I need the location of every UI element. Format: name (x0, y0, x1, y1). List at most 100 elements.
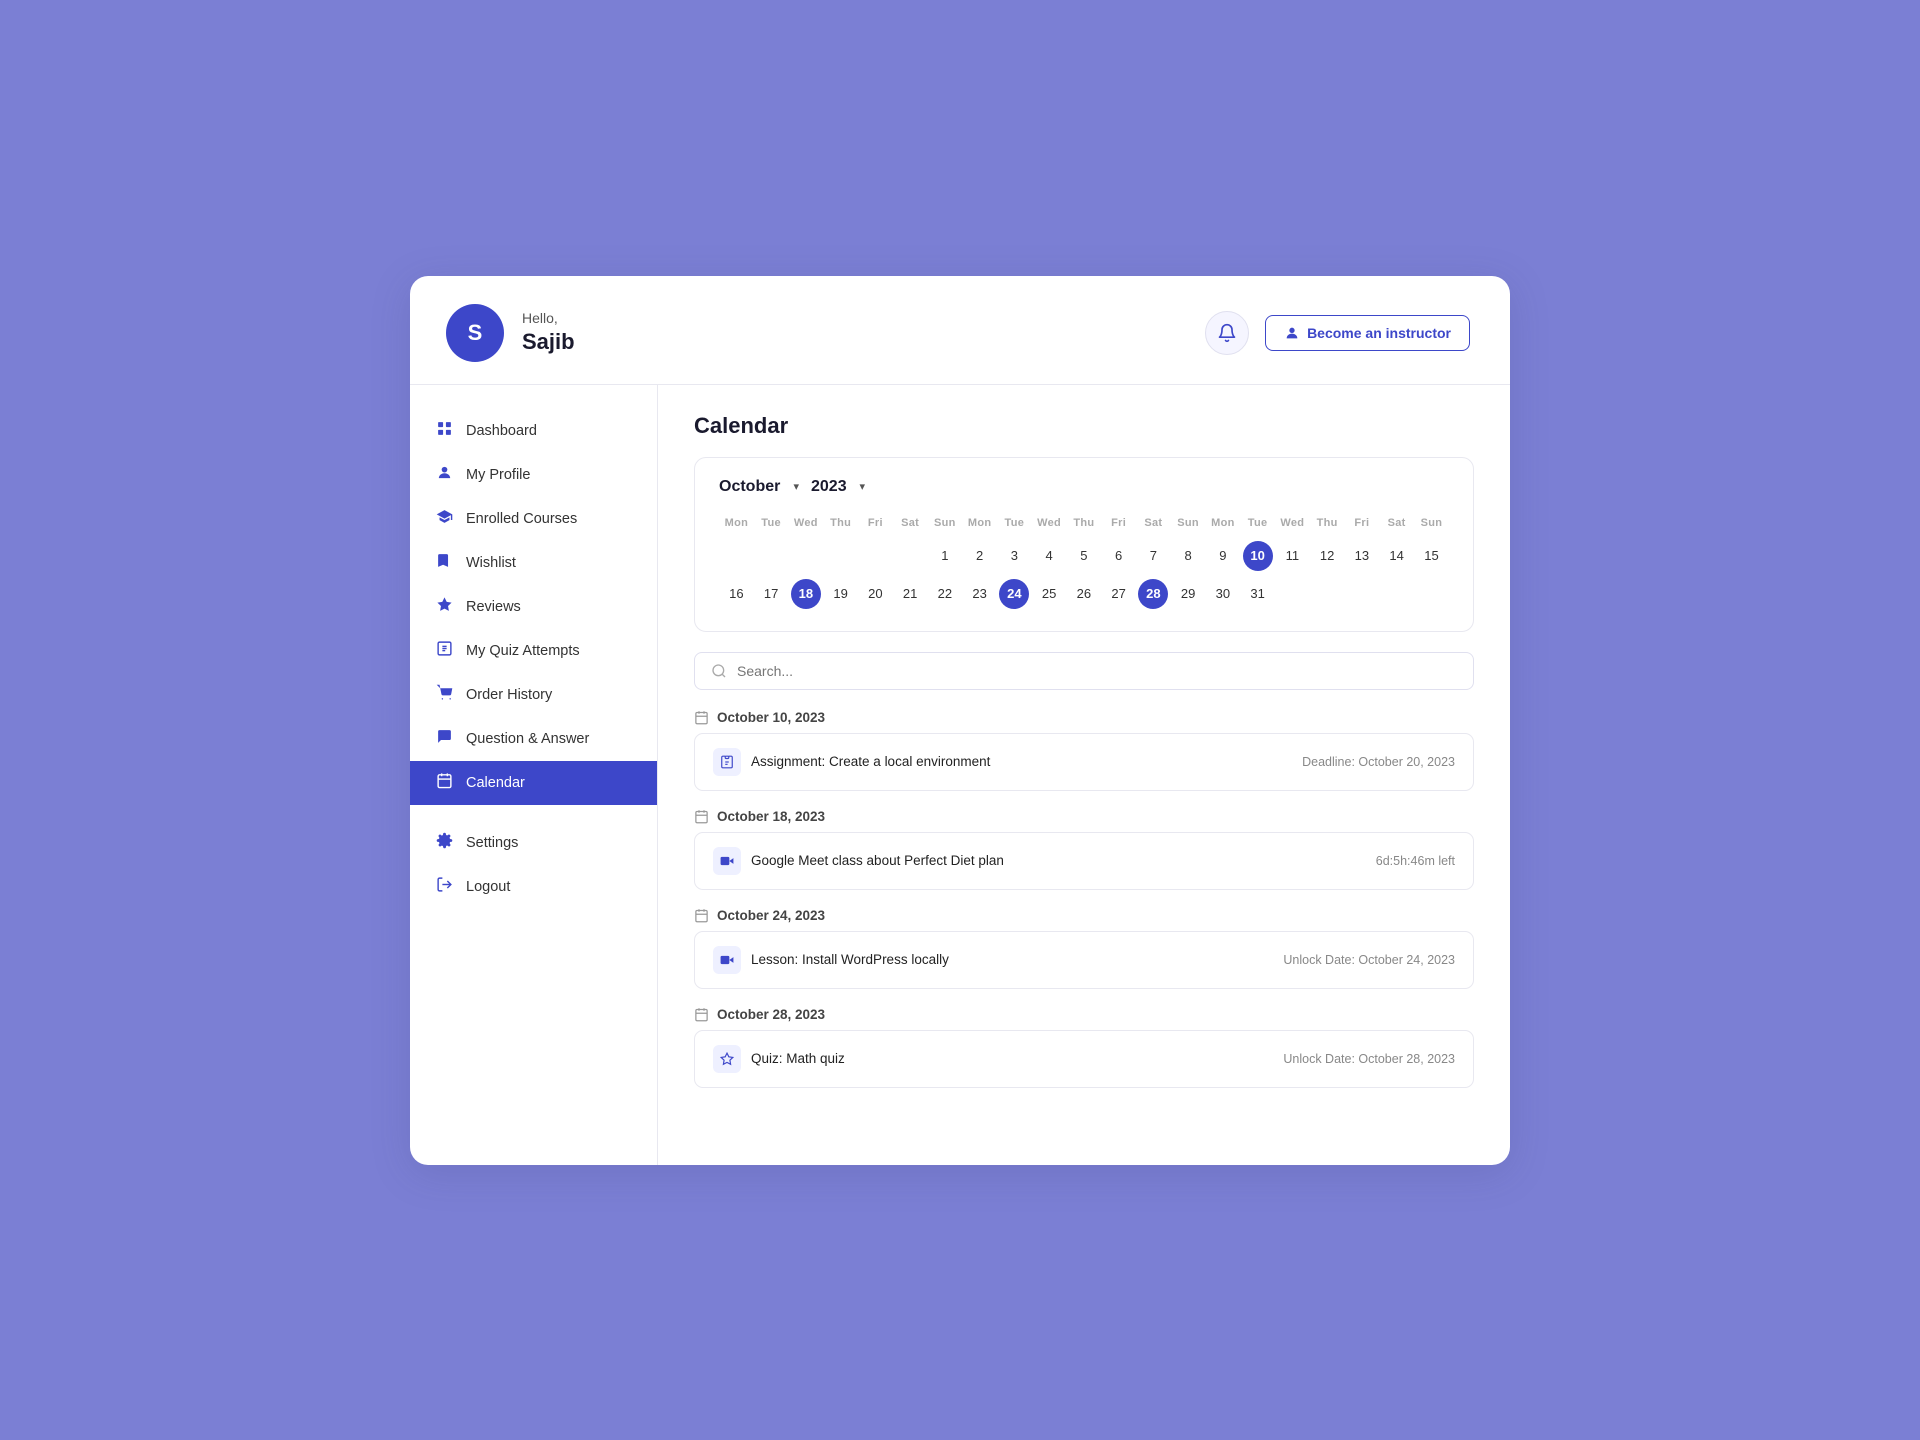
year-select-wrap[interactable]: 2023 ▾ (811, 478, 865, 495)
sidebar-item-quiz-attempts[interactable]: My Quiz Attempts (410, 629, 657, 673)
event-card-lesson-left: Lesson: Install WordPress locally (713, 946, 949, 974)
day-21[interactable]: 21 (895, 579, 925, 609)
cal-day-19[interactable]: 19 (823, 575, 858, 613)
cal-day-30[interactable]: 30 (1206, 575, 1241, 613)
day-5[interactable]: 5 (1069, 541, 1099, 571)
quiz-attempts-icon (434, 640, 454, 662)
qa-icon (434, 728, 454, 750)
become-instructor-button[interactable]: Become an instructor (1265, 315, 1470, 351)
day-3[interactable]: 3 (999, 541, 1029, 571)
cal-day-22[interactable]: 22 (928, 575, 963, 613)
cal-day-17[interactable]: 17 (754, 575, 789, 613)
day-15[interactable]: 15 (1417, 541, 1447, 571)
cal-day-21[interactable]: 21 (893, 575, 928, 613)
cal-day-26[interactable]: 26 (1067, 575, 1102, 613)
cal-day-18[interactable]: 18 (789, 575, 824, 613)
day-31[interactable]: 31 (1243, 579, 1273, 609)
day-6[interactable]: 6 (1104, 541, 1134, 571)
day-20[interactable]: 20 (860, 579, 890, 609)
cal-day-14[interactable]: 14 (1379, 537, 1414, 575)
cal-day-4[interactable]: 4 (1032, 537, 1067, 575)
day-22[interactable]: 22 (930, 579, 960, 609)
day-14[interactable]: 14 (1382, 541, 1412, 571)
cal-day-10[interactable]: 10 (1240, 537, 1275, 575)
day-10[interactable]: 10 (1243, 541, 1273, 571)
cal-day-empty-3 (789, 537, 824, 575)
day-18[interactable]: 18 (791, 579, 821, 609)
cal-day-5[interactable]: 5 (1067, 537, 1102, 575)
sidebar-item-question-answer[interactable]: Question & Answer (410, 717, 657, 761)
cal-day-6[interactable]: 6 (1101, 537, 1136, 575)
day-25[interactable]: 25 (1034, 579, 1064, 609)
day-16[interactable]: 16 (721, 579, 751, 609)
day-29[interactable]: 29 (1173, 579, 1203, 609)
cal-day-16[interactable]: 16 (719, 575, 754, 613)
day-8[interactable]: 8 (1173, 541, 1203, 571)
day-23[interactable]: 23 (965, 579, 995, 609)
day-28[interactable]: 28 (1138, 579, 1168, 609)
sidebar-item-settings[interactable]: Settings (410, 821, 657, 865)
enrolled-courses-icon (434, 508, 454, 530)
cal-day-2[interactable]: 2 (962, 537, 997, 575)
cal-day-7[interactable]: 7 (1136, 537, 1171, 575)
col-mon3: Mon (1206, 513, 1241, 537)
day-9[interactable]: 9 (1208, 541, 1238, 571)
sidebar-item-dashboard[interactable]: Dashboard (410, 409, 657, 453)
cal-day-11[interactable]: 11 (1275, 537, 1310, 575)
day-1[interactable]: 1 (930, 541, 960, 571)
day-12[interactable]: 12 (1312, 541, 1342, 571)
day-26[interactable]: 26 (1069, 579, 1099, 609)
lesson-icon (720, 953, 734, 967)
day-11[interactable]: 11 (1277, 541, 1307, 571)
sidebar-item-reviews[interactable]: Reviews (410, 585, 657, 629)
day-30[interactable]: 30 (1208, 579, 1238, 609)
sidebar-item-logout[interactable]: Logout (410, 865, 657, 909)
day-27[interactable]: 27 (1104, 579, 1134, 609)
day-13[interactable]: 13 (1347, 541, 1377, 571)
dashboard-icon (434, 420, 454, 442)
month-select-wrap[interactable]: October ▾ (719, 478, 799, 495)
sidebar-item-order-history[interactable]: Order History (410, 673, 657, 717)
cal-day-27[interactable]: 27 (1101, 575, 1136, 613)
cal-day-1[interactable]: 1 (928, 537, 963, 575)
cal-day-8[interactable]: 8 (1171, 537, 1206, 575)
cal-day-9[interactable]: 9 (1206, 537, 1241, 575)
reviews-label: Reviews (466, 599, 521, 615)
cal-day-28[interactable]: 28 (1136, 575, 1171, 613)
sidebar-item-enrolled-courses[interactable]: Enrolled Courses (410, 497, 657, 541)
sidebar-item-my-profile[interactable]: My Profile (410, 453, 657, 497)
cal-day-12[interactable]: 12 (1310, 537, 1345, 575)
event-card-meet: Google Meet class about Perfect Diet pla… (694, 832, 1474, 890)
event-card-meet-left: Google Meet class about Perfect Diet pla… (713, 847, 1004, 875)
cal-day-15[interactable]: 15 (1414, 537, 1449, 575)
bell-button[interactable] (1205, 311, 1249, 355)
month-select[interactable]: October (719, 478, 799, 495)
cal-day-13[interactable]: 13 (1345, 537, 1380, 575)
day-2[interactable]: 2 (965, 541, 995, 571)
event-date-oct24: October 24, 2023 (694, 908, 1474, 923)
cal-day-20[interactable]: 20 (858, 575, 893, 613)
cal-day-29[interactable]: 29 (1171, 575, 1206, 613)
cal-day-3[interactable]: 3 (997, 537, 1032, 575)
day-24[interactable]: 24 (999, 579, 1029, 609)
sidebar-item-calendar[interactable]: Calendar (410, 761, 657, 805)
day-7[interactable]: 7 (1138, 541, 1168, 571)
day-4[interactable]: 4 (1034, 541, 1064, 571)
event-card-left: Assignment: Create a local environment (713, 748, 990, 776)
cal-day-24[interactable]: 24 (997, 575, 1032, 613)
cal-day-empty-e3 (1345, 575, 1380, 613)
event-date-oct10: October 10, 2023 (694, 710, 1474, 725)
day-17[interactable]: 17 (756, 579, 786, 609)
year-select[interactable]: 2023 (811, 478, 865, 495)
date-icon-oct18 (694, 809, 709, 824)
date-icon-oct28 (694, 1007, 709, 1022)
day-19[interactable]: 19 (826, 579, 856, 609)
calendar-header: October ▾ 2023 ▾ (719, 478, 1449, 495)
search-input[interactable] (737, 663, 1457, 679)
cal-day-25[interactable]: 25 (1032, 575, 1067, 613)
assignment-icon (720, 755, 734, 769)
header: S Hello, Sajib Become an instructor (410, 276, 1510, 385)
sidebar-item-wishlist[interactable]: Wishlist (410, 541, 657, 585)
cal-day-23[interactable]: 23 (962, 575, 997, 613)
cal-day-31[interactable]: 31 (1240, 575, 1275, 613)
